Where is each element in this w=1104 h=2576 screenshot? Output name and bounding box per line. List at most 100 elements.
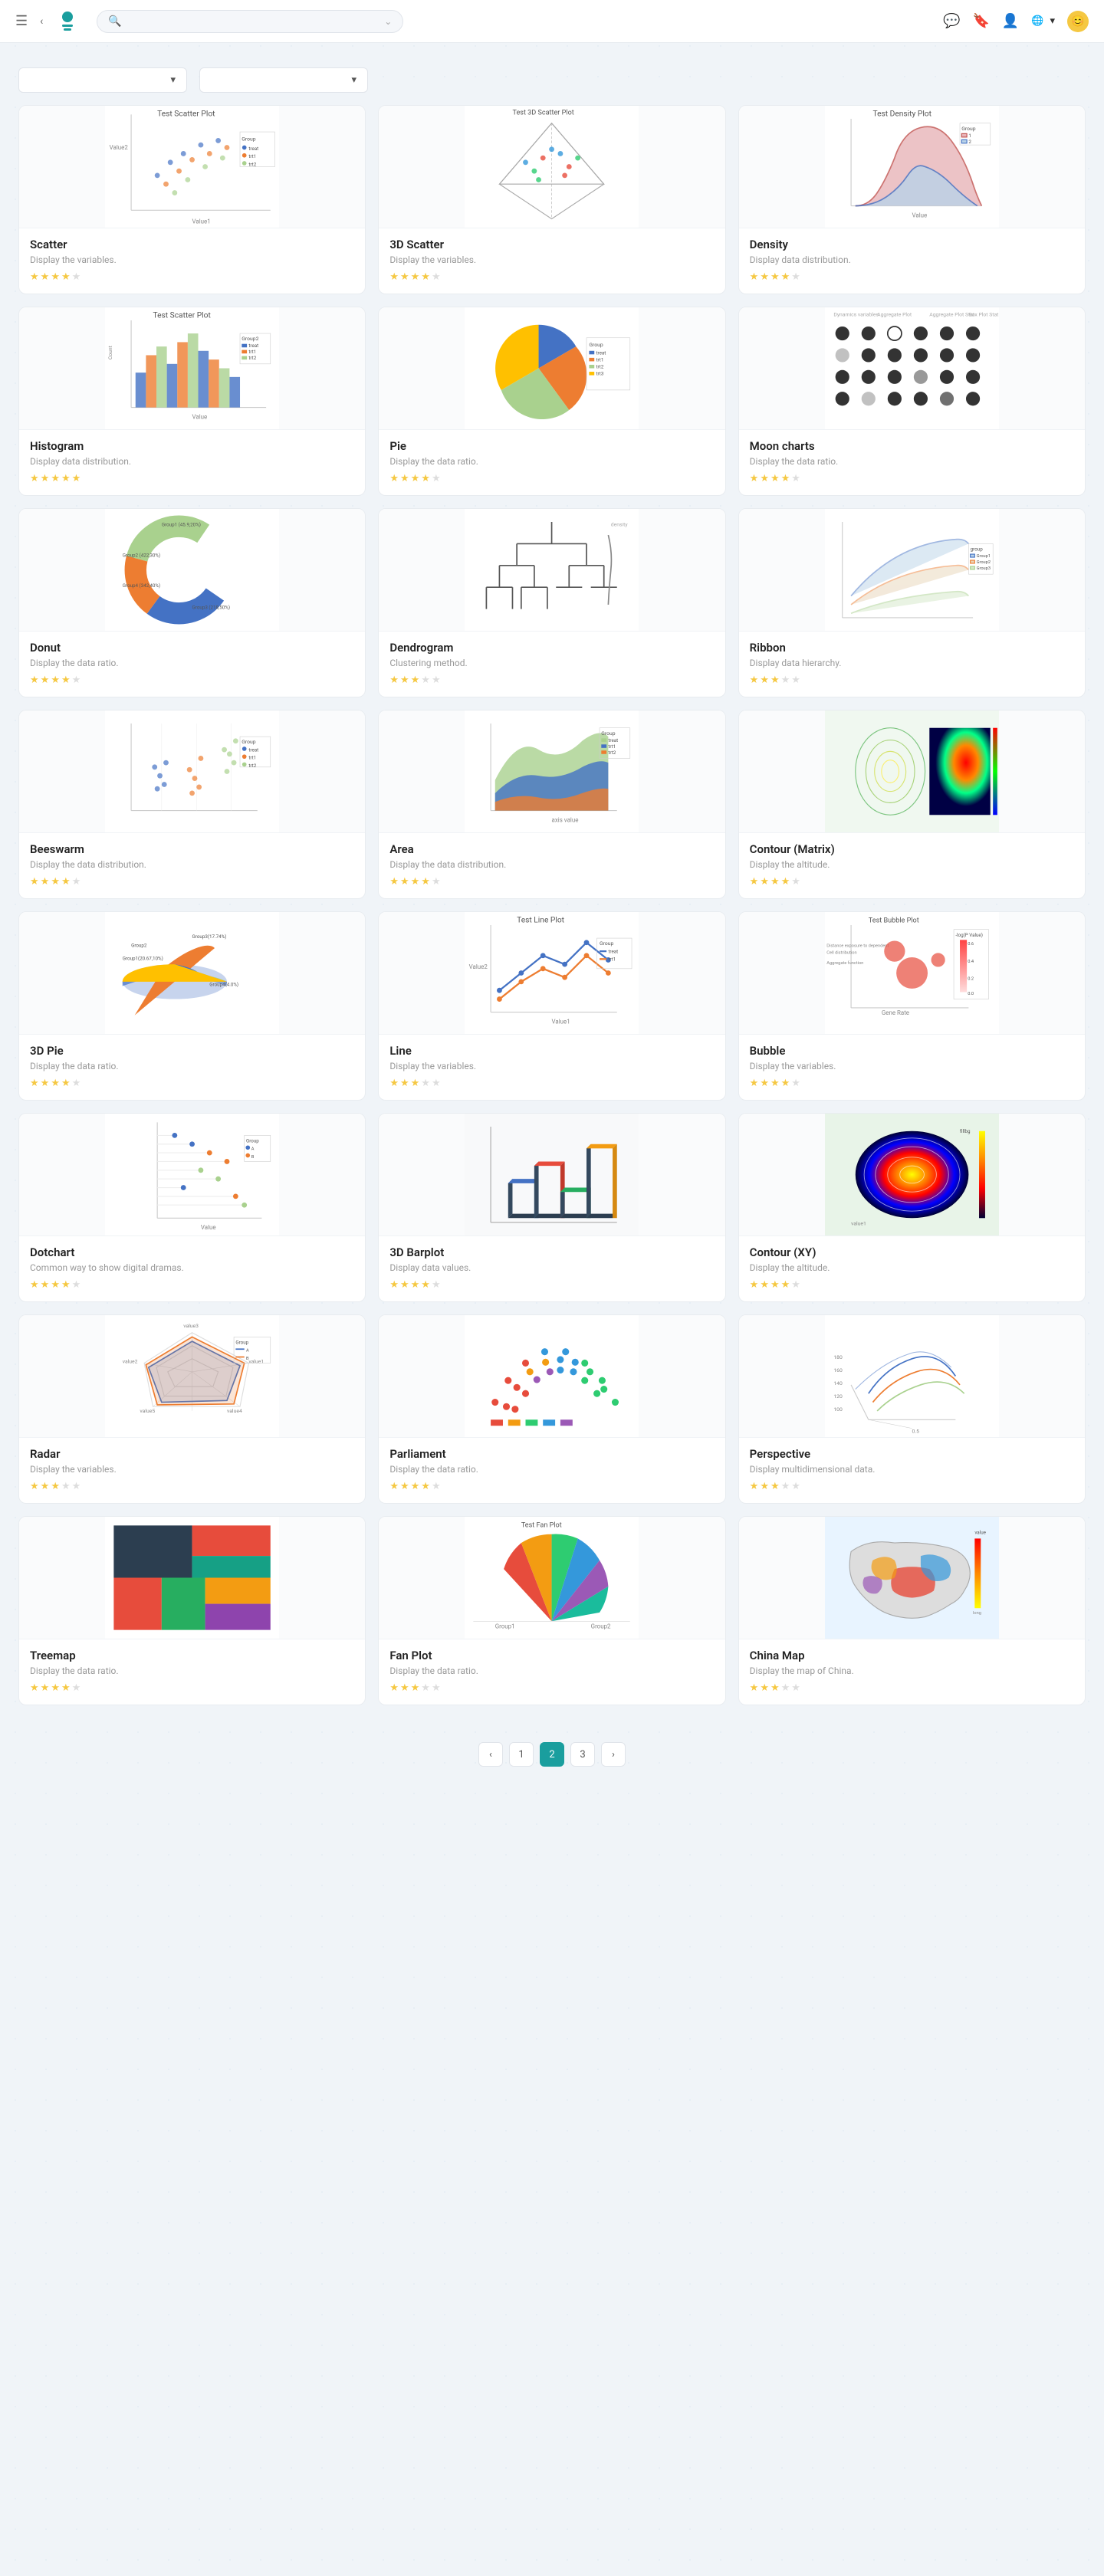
- chart-info-dendrogram: Dendrogram Clustering method. ★★★★★: [379, 632, 724, 697]
- svg-text:2: 2: [968, 139, 971, 145]
- star: ★: [61, 1078, 71, 1089]
- star: ★: [30, 674, 39, 686]
- pagination-next[interactable]: ›: [601, 1742, 626, 1767]
- chart-card-ribbon[interactable]: group Group1 Group2 Group3 Ribbon Displa…: [738, 508, 1086, 697]
- star: ★: [421, 1682, 430, 1694]
- bookmark-icon[interactable]: 🔖: [972, 13, 989, 29]
- chart-title-contour-matrix: Contour (Matrix): [750, 842, 1074, 856]
- svg-text:value1: value1: [851, 1220, 866, 1226]
- chart-card-perspective[interactable]: 180 160 140 120 100 0.5 Perspective Disp…: [738, 1314, 1086, 1504]
- pagination-page-2[interactable]: 2: [540, 1742, 564, 1767]
- chat-icon[interactable]: 💬: [943, 13, 960, 29]
- svg-text:Test Bubble Plot: Test Bubble Plot: [869, 917, 919, 925]
- breadcrumb: [0, 43, 1104, 61]
- chart-info-scatter: Scatter Display the variables. ★★★★★: [19, 228, 365, 294]
- chart-title-china-map: China Map: [750, 1649, 1074, 1662]
- chart-card-china-map[interactable]: value long China Map Display the map of …: [738, 1516, 1086, 1705]
- chart-title-histogram: Histogram: [30, 439, 354, 453]
- pagination-prev[interactable]: ‹: [478, 1742, 503, 1767]
- chart-card-scatter[interactable]: Test Scatter Plot Value2 Value1 Group tr…: [18, 105, 366, 294]
- chart-card-contour-matrix[interactable]: Contour (Matrix) Display the altitude. ★…: [738, 710, 1086, 899]
- chart-card-3d-barplot[interactable]: 3D Barplot Display data values. ★★★★★: [378, 1113, 725, 1302]
- svg-text:value3: value3: [183, 1323, 199, 1329]
- chart-desc-parliament: Display the data ratio.: [389, 1464, 714, 1475]
- chart-preview-pie: Group treat trt1 trt2 trt3: [379, 307, 724, 430]
- svg-text:trt1: trt1: [596, 356, 604, 363]
- star: ★: [72, 876, 81, 888]
- search-input[interactable]: [128, 15, 379, 27]
- chart-preview-3d-scatter: Test 3D Scatter Plot: [379, 106, 724, 228]
- user-icon[interactable]: 👤: [1002, 13, 1019, 29]
- chart-card-3d-scatter[interactable]: Test 3D Scatter Plot 3D Scatter Display …: [378, 105, 725, 294]
- svg-text:axis value: axis value: [552, 816, 579, 823]
- svg-text:140: 140: [833, 1380, 843, 1386]
- star-rating: ★★★★★: [389, 271, 714, 283]
- pagination-page-1[interactable]: 1: [509, 1742, 534, 1767]
- svg-text:Group1 (45.9,20%): Group1 (45.9,20%): [162, 522, 201, 528]
- chart-card-line[interactable]: Test Line Plot Value2 Value1 Group treat: [378, 911, 725, 1101]
- star: ★: [411, 876, 420, 888]
- chart-card-donut[interactable]: Group1 (45.9,20%) Group2 (422,30%) Group…: [18, 508, 366, 697]
- star: ★: [61, 1481, 71, 1492]
- chart-card-area[interactable]: Group treat trt1 trt2 axis value Area Di…: [378, 710, 725, 899]
- search-bar[interactable]: 🔍 ⌄: [97, 10, 403, 33]
- star: ★: [51, 1481, 60, 1492]
- star-rating: ★★★★★: [30, 271, 354, 283]
- chart-card-contour-xy[interactable]: value1 fillbg Contour (XY) Display the a…: [738, 1113, 1086, 1302]
- orderby-filter[interactable]: ▾: [199, 67, 368, 93]
- chart-desc-scatter: Display the variables.: [30, 254, 354, 265]
- star-rating: ★★★★★: [750, 1279, 1074, 1291]
- user-avatar[interactable]: 😊: [1067, 11, 1089, 32]
- logo[interactable]: [55, 9, 84, 34]
- chart-desc-area: Display the data distribution.: [389, 859, 714, 870]
- star: ★: [770, 473, 780, 484]
- chart-preview-perspective: 180 160 140 120 100 0.5: [739, 1315, 1085, 1438]
- chart-card-beeswarm[interactable]: Group treat trt1 trt2 Beeswarm Display t…: [18, 710, 366, 899]
- chart-card-bubble[interactable]: Test Bubble Plot Distance exposure to de…: [738, 911, 1086, 1101]
- star: ★: [750, 1279, 759, 1291]
- chart-info-donut: Donut Display the data ratio. ★★★★★: [19, 632, 365, 697]
- chart-desc-radar: Display the variables.: [30, 1464, 354, 1475]
- pagination-page-3[interactable]: 3: [570, 1742, 595, 1767]
- chart-card-dotchart[interactable]: Value Group A B: [18, 1113, 366, 1302]
- chart-preview-dendrogram: density: [379, 509, 724, 632]
- svg-text:trt2: trt2: [248, 161, 256, 167]
- menu-icon[interactable]: ☰: [15, 13, 28, 29]
- svg-text:160: 160: [833, 1367, 843, 1373]
- svg-text:trt2: trt2: [609, 750, 616, 756]
- chart-title-3d-pie: 3D Pie: [30, 1044, 354, 1058]
- nav-back-icon[interactable]: ‹: [40, 15, 43, 28]
- chart-card-dendrogram[interactable]: density Dendrogram Clustering method. ★★…: [378, 508, 725, 697]
- svg-text:Group: Group: [600, 940, 613, 947]
- chart-card-histogram[interactable]: Test Scatter Plot Count Value Group2 tre…: [18, 307, 366, 496]
- chart-title-contour-xy: Contour (XY): [750, 1245, 1074, 1259]
- chart-card-3d-pie[interactable]: Group1(20.67,10%) Group2 Group3(17.74%) …: [18, 911, 366, 1101]
- chart-card-fan-plot[interactable]: Test Fan Plot Group1 Group2 Fan Plot Dis…: [378, 1516, 725, 1705]
- star: ★: [770, 1481, 780, 1492]
- chart-card-parliament[interactable]: Parliament Display the data ratio. ★★★★★: [378, 1314, 725, 1504]
- chart-card-density[interactable]: Test Density Plot Group 1 2 Value Densit…: [738, 105, 1086, 294]
- star: ★: [30, 473, 39, 484]
- chart-info-dotchart: Dotchart Common way to show digital dram…: [19, 1236, 365, 1301]
- chart-card-treemap[interactable]: Treemap Display the data ratio. ★★★★★: [18, 1516, 366, 1705]
- star: ★: [30, 876, 39, 888]
- star-rating: ★★★★★: [750, 1078, 1074, 1089]
- chart-title-area: Area: [389, 842, 714, 856]
- star: ★: [389, 1481, 399, 1492]
- star: ★: [72, 1279, 81, 1291]
- chart-card-radar[interactable]: value3 value1 value4 value5 value2 Group…: [18, 1314, 366, 1504]
- chart-title-bubble: Bubble: [750, 1044, 1074, 1058]
- star: ★: [770, 1078, 780, 1089]
- chart-card-pie[interactable]: Group treat trt1 trt2 trt3 Pie Display t…: [378, 307, 725, 496]
- star-rating: ★★★★★: [389, 1279, 714, 1291]
- chart-card-moon-charts[interactable]: Dynamics variables Aggregate Plot Aggreg…: [738, 307, 1086, 496]
- chart-preview-china-map: value long: [739, 1517, 1085, 1639]
- star-rating: ★★★★★: [750, 674, 1074, 686]
- star: ★: [781, 1078, 790, 1089]
- star: ★: [389, 473, 399, 484]
- classification-filter[interactable]: ▾: [18, 67, 187, 93]
- language-selector[interactable]: 🌐 ▾: [1031, 15, 1055, 27]
- svg-text:trt1: trt1: [248, 755, 256, 761]
- svg-text:Test Fan Plot: Test Fan Plot: [521, 1522, 562, 1530]
- chart-preview-donut: Group1 (45.9,20%) Group2 (422,30%) Group…: [19, 509, 365, 632]
